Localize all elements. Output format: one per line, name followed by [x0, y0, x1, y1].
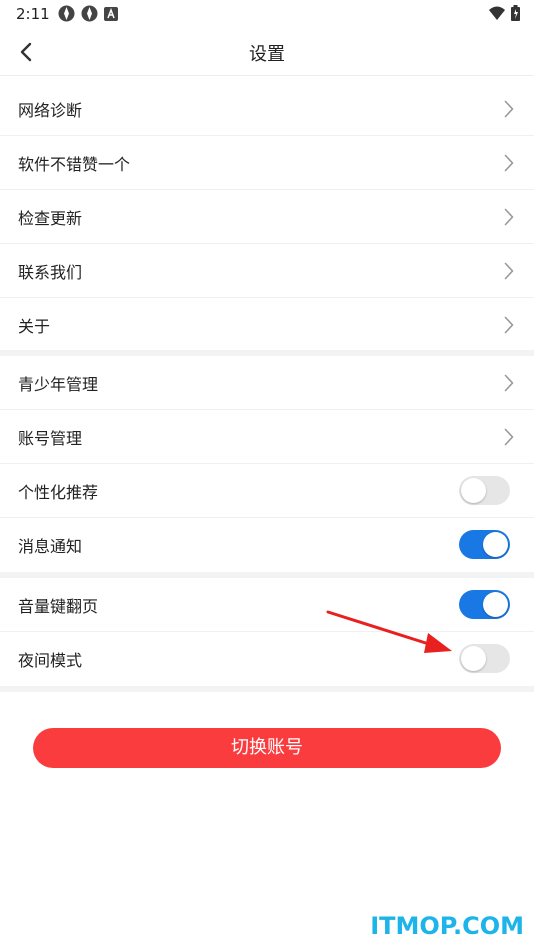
setting-row-volume-key-page-turn: 音量键翻页 [0, 578, 534, 632]
setting-label: 账号管理 [18, 428, 83, 448]
setting-row-personalized-recommendation: 个性化推荐 [0, 464, 534, 518]
setting-row-check-update[interactable]: 检查更新 [0, 190, 534, 244]
status-time: 2:11 [16, 5, 50, 23]
setting-row-network-diagnosis[interactable]: 网络诊断 [0, 82, 534, 136]
message-notification-toggle[interactable] [459, 530, 510, 559]
setting-label: 音量键翻页 [18, 596, 99, 616]
setting-label: 网络诊断 [18, 100, 83, 120]
status-bar: 2:11 [0, 0, 534, 28]
status-icons-right [489, 5, 520, 21]
volume-key-page-turn-toggle[interactable] [459, 590, 510, 619]
chevron-right-icon [504, 428, 514, 446]
chevron-right-icon [504, 100, 514, 118]
status-icons-left [58, 5, 118, 22]
setting-label: 个性化推荐 [18, 482, 99, 502]
watermark-logo: ITMOP.COM [370, 912, 524, 940]
setting-row-account-management[interactable]: 账号管理 [0, 410, 534, 464]
chevron-right-icon [504, 154, 514, 172]
setting-label: 关于 [18, 317, 51, 336]
app-notification-icon [58, 5, 75, 22]
settings-group-account: 青少年管理 账号管理 个性化推荐 消息通知 [0, 356, 534, 572]
settings-group-general: 网络诊断 软件不错赞一个 检查更新 联系我们 关于 [0, 82, 534, 352]
chevron-right-icon [504, 316, 514, 334]
setting-row-message-notification: 消息通知 [0, 518, 534, 572]
chevron-right-icon [504, 262, 514, 280]
app-notification-icon [81, 5, 98, 22]
personalized-recommendation-toggle[interactable] [459, 476, 510, 505]
toggle-knob [461, 478, 486, 503]
toggle-knob [483, 532, 508, 557]
chevron-right-icon [504, 374, 514, 392]
setting-label: 软件不错赞一个 [18, 154, 131, 174]
settings-group-reading: 音量键翻页 夜间模式 [0, 578, 534, 686]
toggle-knob [461, 646, 486, 671]
switch-account-button[interactable]: 切换账号 [33, 728, 501, 768]
setting-label: 青少年管理 [18, 374, 99, 394]
battery-icon [511, 5, 520, 21]
wifi-icon [489, 6, 505, 20]
setting-row-about[interactable]: 关于 [0, 298, 534, 352]
a-badge-icon [104, 6, 118, 21]
setting-row-rate-app[interactable]: 软件不错赞一个 [0, 136, 534, 190]
setting-row-night-mode: 夜间模式 [0, 632, 534, 686]
section-divider [0, 686, 534, 692]
toggle-knob [483, 592, 508, 617]
setting-label: 夜间模式 [18, 651, 83, 670]
chevron-right-icon [504, 208, 514, 226]
page-title: 设置 [249, 44, 285, 65]
setting-row-teen-management[interactable]: 青少年管理 [0, 356, 534, 410]
setting-label: 消息通知 [18, 537, 83, 556]
setting-label: 检查更新 [18, 208, 83, 228]
setting-row-contact-us[interactable]: 联系我们 [0, 244, 534, 298]
setting-label: 联系我们 [18, 262, 83, 282]
night-mode-toggle[interactable] [459, 644, 510, 673]
header: 设置 [0, 28, 534, 76]
